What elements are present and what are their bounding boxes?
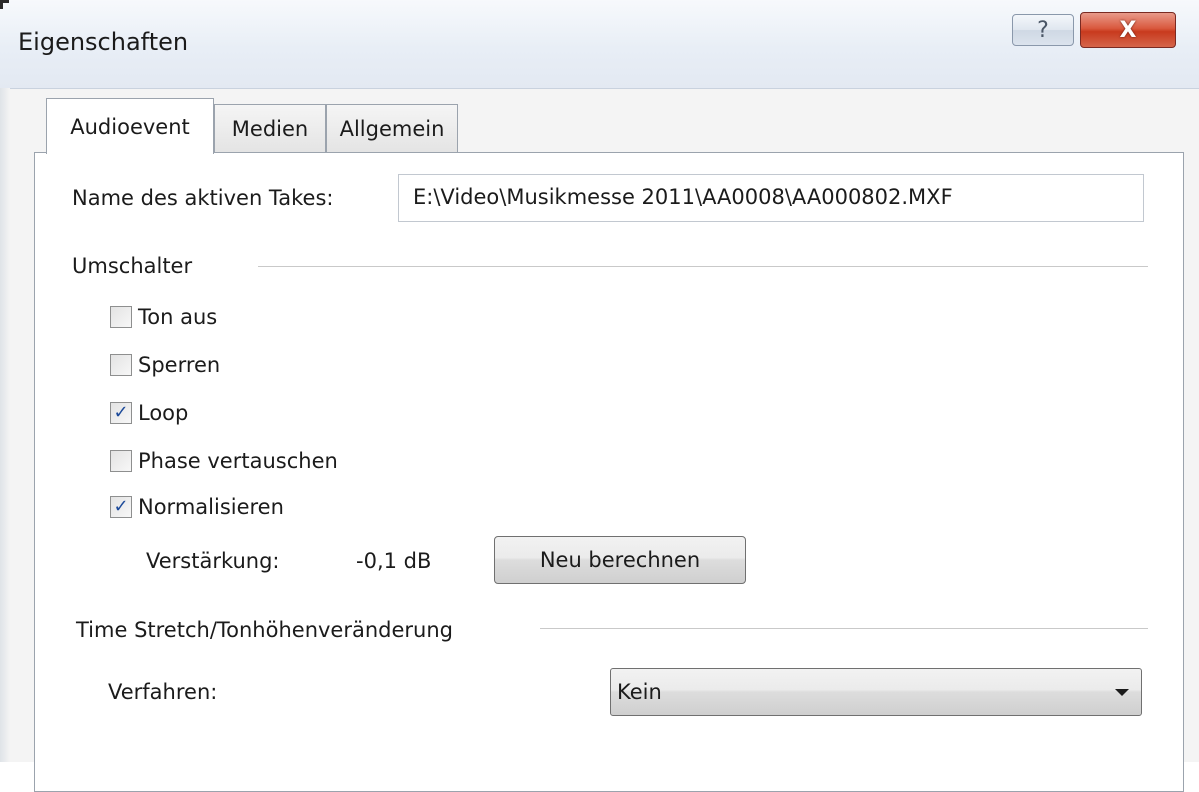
take-name-label: Name des aktiven Takes: [72, 186, 334, 210]
method-label: Verfahren: [108, 680, 218, 704]
mute-checkbox-row[interactable]: Ton aus [110, 304, 217, 330]
invert-phase-label: Phase vertauschen [138, 449, 338, 473]
switches-group-label: Umschalter [72, 254, 193, 278]
gain-label: Verstärkung: [146, 549, 280, 573]
loop-label: Loop [138, 401, 189, 425]
invert-phase-checkbox[interactable] [110, 450, 132, 472]
switches-group-divider [258, 266, 1148, 267]
loop-checkbox-row[interactable]: ✓ Loop [110, 400, 188, 426]
recalculate-button-label: Neu berechnen [539, 548, 701, 572]
loop-checkbox[interactable]: ✓ [110, 402, 132, 424]
checkmark-icon: ✓ [113, 402, 129, 423]
lock-checkbox[interactable] [110, 354, 132, 376]
chevron-down-icon [1115, 689, 1129, 696]
checkmark-icon: ✓ [113, 496, 129, 517]
timestretch-group-divider [540, 628, 1148, 629]
take-name-field[interactable]: E:\Video\Musikmesse 2011\AA0008\AA000802… [398, 174, 1144, 222]
timestretch-group-label: Time Stretch/Tonhöhenveränderung [76, 618, 453, 642]
normalize-checkbox-row[interactable]: ✓ Normalisieren [110, 494, 284, 520]
method-dropdown[interactable]: Kein [610, 668, 1142, 716]
mute-checkbox[interactable] [110, 306, 132, 328]
normalize-label: Normalisieren [138, 495, 284, 519]
properties-dialog: Eigenschaften ? X Audioevent Medien Allg… [0, 0, 1199, 792]
lock-checkbox-row[interactable]: Sperren [110, 352, 220, 378]
normalize-checkbox[interactable]: ✓ [110, 496, 132, 518]
panel-content: Name des aktiven Takes: E:\Video\Musikme… [0, 0, 1199, 762]
lock-label: Sperren [138, 353, 221, 377]
recalculate-button[interactable]: Neu berechnen [494, 536, 746, 584]
mute-label: Ton aus [138, 305, 218, 329]
invert-phase-checkbox-row[interactable]: Phase vertauschen [110, 448, 338, 474]
method-dropdown-value: Kein [617, 680, 662, 704]
gain-value: -0,1 dB [356, 549, 432, 573]
